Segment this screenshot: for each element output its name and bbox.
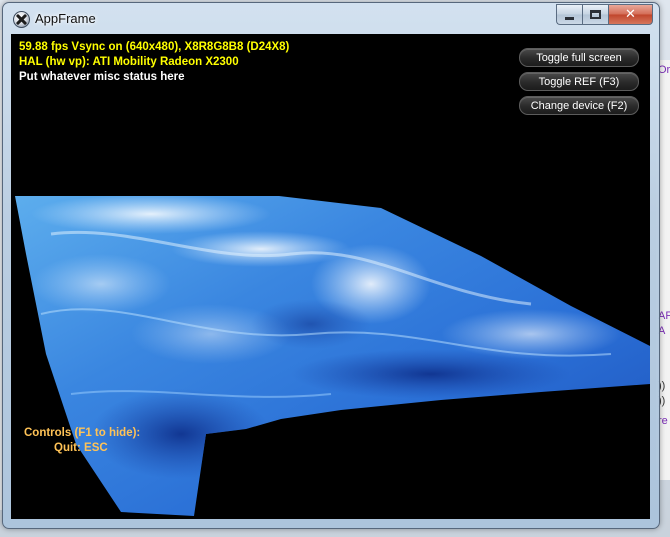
maximize-icon	[590, 10, 601, 19]
status-line-fps: 59.88 fps Vsync on (640x480), X8R8G8B8 (…	[19, 41, 290, 53]
maximize-button[interactable]	[582, 4, 608, 25]
app-window: AppFrame ✕ 59.88 fps Vsync on (640x480),…	[2, 2, 660, 529]
toggle-fullscreen-button[interactable]: Toggle full screen	[519, 48, 639, 67]
render-viewport[interactable]: 59.88 fps Vsync on (640x480), X8R8G8B8 (…	[11, 34, 650, 519]
controls-help-heading: Controls (F1 to hide):	[24, 427, 141, 439]
status-line-misc: Put whatever misc status here	[19, 71, 185, 83]
window-controls: ✕	[556, 4, 653, 25]
change-device-button[interactable]: Change device (F2)	[519, 96, 639, 115]
toggle-ref-button[interactable]: Toggle REF (F3)	[519, 72, 639, 91]
minimize-icon	[565, 16, 574, 20]
minimize-button[interactable]	[556, 4, 582, 25]
status-line-device: HAL (hw vp): ATI Mobility Radeon X2300	[19, 56, 239, 68]
close-icon: ✕	[625, 7, 636, 22]
title-bar[interactable]: AppFrame ✕	[3, 3, 659, 34]
window-title: AppFrame	[35, 11, 96, 26]
controls-help-quit: Quit: ESC	[54, 442, 108, 454]
app-icon[interactable]	[13, 11, 30, 28]
close-button[interactable]: ✕	[608, 4, 653, 25]
